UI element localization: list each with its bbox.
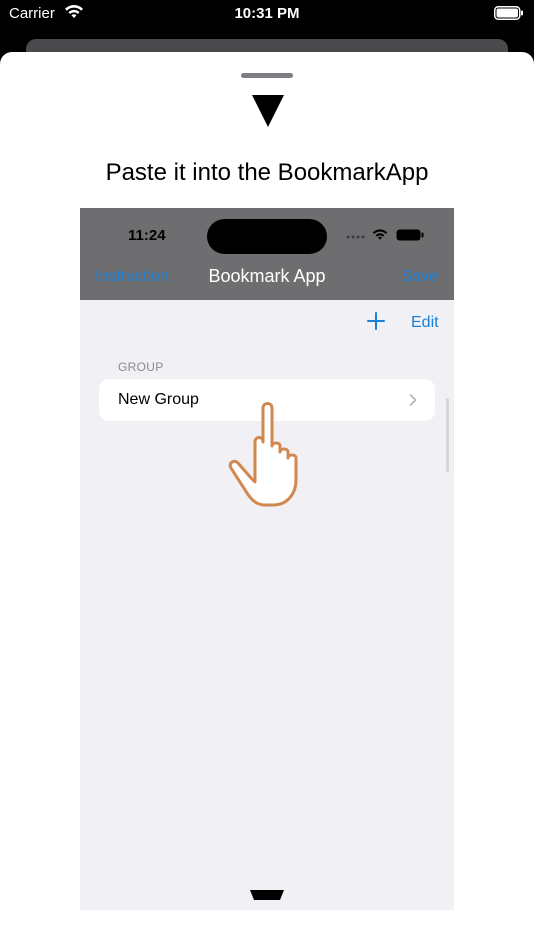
section-header: GROUP xyxy=(118,360,164,374)
preview-wifi-icon xyxy=(372,229,388,240)
chevron-right-icon xyxy=(409,394,417,406)
instruction-text: Paste it into the BookmarkApp xyxy=(105,159,429,186)
preview-header: 11:24 Instruction Bookmark App Save xyxy=(80,208,454,300)
modal-sheet: Paste it into the BookmarkApp 11:24 Inst… xyxy=(0,52,534,950)
list-item-label: New Group xyxy=(118,391,199,408)
preview-time: 11:24 xyxy=(128,227,166,244)
edit-button: Edit xyxy=(411,314,439,331)
down-triangle-icon xyxy=(252,95,284,127)
down-triangle-icon-bottom xyxy=(250,890,284,900)
save-nav-button: Save xyxy=(401,268,438,285)
hand-pointer-icon xyxy=(228,402,298,507)
status-bar: Carrier 10:31 PM xyxy=(0,0,534,30)
status-time: 10:31 PM xyxy=(234,5,300,22)
app-preview-screenshot: 11:24 Instruction Bookmark App Save Edit… xyxy=(80,208,454,910)
dynamic-island xyxy=(207,219,327,254)
plus-icon xyxy=(367,312,385,330)
nav-title: Bookmark App xyxy=(208,266,326,286)
battery-icon xyxy=(494,6,523,20)
preview-battery-icon xyxy=(396,229,424,241)
signal-dots-icon xyxy=(346,235,365,239)
scroll-indicator xyxy=(446,398,449,472)
sheet-grabber[interactable] xyxy=(241,73,293,78)
